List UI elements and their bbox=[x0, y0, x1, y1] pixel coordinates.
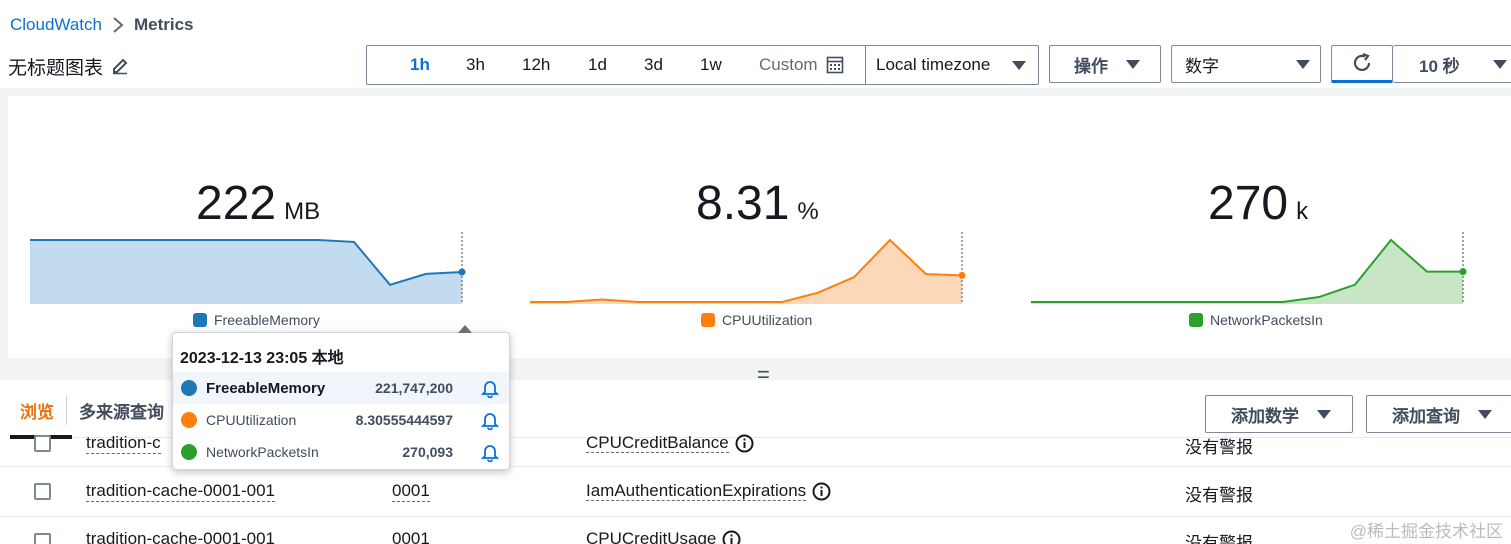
graph-title-row: 无标题图表 bbox=[8, 52, 129, 80]
chevron-right-icon bbox=[112, 16, 124, 34]
tooltip-metric-value: 221,747,200 bbox=[375, 380, 453, 396]
row-alarm-status: 没有警报 bbox=[1185, 534, 1253, 544]
series-dot bbox=[181, 412, 197, 428]
tooltip-metric-name: FreeableMemory bbox=[206, 379, 326, 397]
resize-handle-icon[interactable]: = bbox=[757, 362, 770, 388]
legend-network-packets[interactable]: NetworkPacketsIn bbox=[1189, 312, 1323, 328]
tooltip-metric-value: 270,093 bbox=[402, 444, 453, 460]
view-type-select[interactable]: 数字 bbox=[1171, 45, 1321, 83]
legend-label: FreeableMemory bbox=[214, 312, 320, 328]
row-resource-id[interactable]: 0001 bbox=[392, 529, 430, 544]
legend-freeable-memory[interactable]: FreeableMemory bbox=[193, 312, 320, 328]
time-range-selector: 1h 3h 12h 1d 3d 1w Custom bbox=[366, 45, 866, 85]
range-3h[interactable]: 3h bbox=[466, 55, 485, 75]
range-custom-label: Custom bbox=[759, 55, 818, 74]
widget-value-freeable-memory: 222 MB bbox=[196, 177, 321, 230]
table-row[interactable]: tradition-cache-0001-001 0001 CPUCreditU… bbox=[0, 517, 1511, 544]
series-dot bbox=[181, 444, 197, 460]
refresh-interval-select[interactable]: 10 秒 bbox=[1393, 45, 1511, 83]
calendar-icon bbox=[826, 56, 844, 74]
breadcrumb: CloudWatch Metrics bbox=[10, 13, 194, 37]
refresh-interval-value: 10 秒 bbox=[1419, 56, 1460, 76]
tooltip-arrow bbox=[458, 325, 472, 333]
breadcrumb-current: Metrics bbox=[133, 15, 194, 34]
refresh-button[interactable] bbox=[1331, 45, 1393, 83]
timezone-value: Local timezone bbox=[876, 55, 991, 74]
legend-cpu-utilization[interactable]: CPUUtilization bbox=[701, 312, 812, 328]
row-metric-name[interactable]: IamAuthenticationExpirations bbox=[586, 481, 831, 501]
range-3d[interactable]: 3d bbox=[644, 55, 663, 75]
row-alarm-status: 没有警报 bbox=[1185, 438, 1253, 457]
row-checkbox[interactable] bbox=[34, 483, 51, 500]
tooltip-row: CPUUtilization 8.30555444597 bbox=[173, 404, 509, 436]
info-icon[interactable] bbox=[722, 530, 741, 544]
tooltip-row: FreeableMemory 221,747,200 bbox=[173, 372, 509, 404]
view-type-value: 数字 bbox=[1185, 56, 1219, 76]
actions-label: 操作 bbox=[1074, 56, 1108, 76]
series-dot bbox=[181, 380, 197, 396]
row-alarm-status: 没有警报 bbox=[1185, 486, 1253, 505]
range-1d[interactable]: 1d bbox=[588, 55, 607, 75]
widget-value-network-packets: 270 k bbox=[1208, 177, 1309, 230]
legend-swatch bbox=[1189, 313, 1203, 327]
range-1h[interactable]: 1h bbox=[410, 55, 430, 75]
refresh-icon bbox=[1351, 52, 1373, 74]
tooltip-timestamp: 2023-12-13 23:05 本地 bbox=[180, 350, 344, 367]
actions-button[interactable]: 操作 bbox=[1049, 45, 1161, 83]
row-checkbox[interactable] bbox=[34, 533, 51, 544]
row-metric-name[interactable]: CPUCreditUsage bbox=[586, 529, 741, 544]
row-resource-id[interactable]: 0001 bbox=[392, 481, 430, 502]
legend-label: NetworkPacketsIn bbox=[1210, 312, 1323, 328]
tooltip-metric-name: CPUUtilization bbox=[206, 412, 297, 428]
bell-icon[interactable] bbox=[480, 378, 500, 398]
legend-label: CPUUtilization bbox=[722, 312, 813, 328]
range-1w[interactable]: 1w bbox=[700, 55, 722, 75]
caret-down-icon bbox=[1126, 60, 1140, 69]
legend-swatch bbox=[701, 313, 715, 327]
caret-down-icon bbox=[1296, 60, 1310, 69]
caret-down-icon bbox=[1012, 61, 1026, 70]
legend-swatch bbox=[193, 313, 207, 327]
table-row[interactable]: tradition-cache-0001-001 0001 IamAuthent… bbox=[0, 467, 1511, 517]
bell-icon[interactable] bbox=[480, 442, 500, 462]
range-12h[interactable]: 12h bbox=[522, 55, 550, 75]
row-metric-name[interactable]: CPUCreditBalance bbox=[586, 433, 754, 453]
watermark-text: @稀土掘金技术社区 bbox=[1349, 522, 1503, 541]
datapoint-tooltip: 2023-12-13 23:05 本地 FreeableMemory 221,7… bbox=[172, 325, 510, 470]
timezone-select[interactable]: Local timezone bbox=[865, 45, 1039, 85]
tooltip-metric-value: 8.30555444597 bbox=[355, 412, 453, 428]
row-resource-name[interactable]: tradition-c bbox=[86, 433, 161, 454]
bell-icon[interactable] bbox=[480, 410, 500, 430]
tooltip-row: NetworkPacketsIn 270,093 bbox=[173, 436, 509, 468]
row-checkbox[interactable] bbox=[34, 435, 51, 452]
info-icon[interactable] bbox=[735, 434, 754, 453]
row-resource-name[interactable]: tradition-cache-0001-001 bbox=[86, 529, 275, 544]
range-custom[interactable]: Custom bbox=[759, 55, 844, 75]
row-resource-name[interactable]: tradition-cache-0001-001 bbox=[86, 481, 276, 502]
tooltip-metric-name: NetworkPacketsIn bbox=[206, 444, 319, 460]
caret-down-icon bbox=[1493, 60, 1507, 69]
pencil-icon[interactable] bbox=[111, 57, 129, 75]
info-icon[interactable] bbox=[812, 482, 831, 501]
breadcrumb-cloudwatch-link[interactable]: CloudWatch bbox=[10, 15, 102, 35]
graph-title: 无标题图表 bbox=[8, 57, 104, 79]
widget-value-cpu-utilization: 8.31% bbox=[696, 177, 819, 230]
